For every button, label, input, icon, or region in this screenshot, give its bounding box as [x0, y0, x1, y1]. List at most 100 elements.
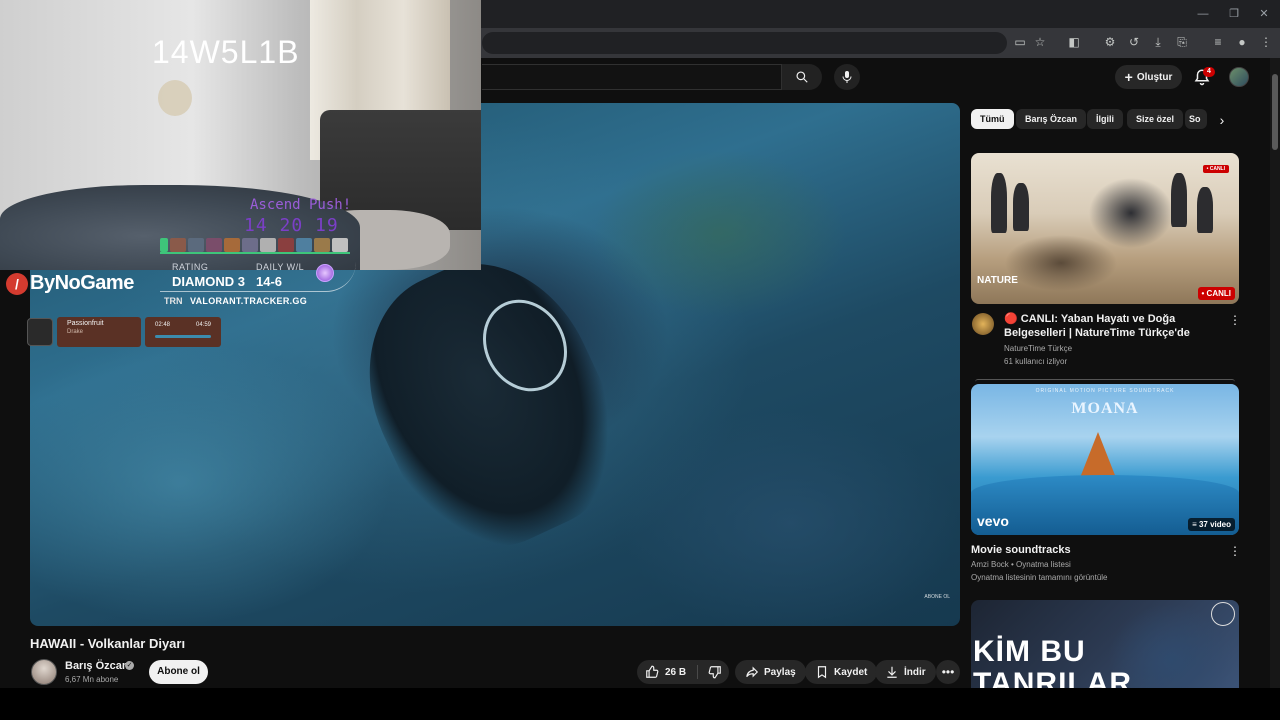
save-button[interactable]: Kaydet [805, 660, 878, 684]
save-label: Kaydet [834, 666, 868, 678]
history-icon[interactable]: ↺ [1126, 34, 1142, 50]
address-bar[interactable] [482, 32, 1007, 54]
vevo-logo: vevo [977, 513, 1009, 529]
agent-icon [260, 238, 276, 252]
vulture-figure [991, 173, 1007, 233]
queue-icon[interactable]: ≡ [1210, 34, 1226, 50]
more-vert-icon[interactable]: ⋮ [1229, 544, 1241, 558]
bynogame-logo: / ByNoGame [6, 272, 134, 295]
channel-avatar[interactable] [31, 659, 57, 685]
create-label: Oluştur [1136, 71, 1173, 83]
daily-value: 14-6 [256, 274, 283, 289]
plus-icon: + [1124, 69, 1133, 85]
agent-icon [188, 238, 204, 252]
cast-icon[interactable]: ▭ [1012, 34, 1028, 50]
download-icon[interactable]: ⤓ [1150, 34, 1166, 50]
more-vert-icon[interactable]: ⋮ [1229, 313, 1241, 327]
verified-icon: ✓ [125, 661, 134, 670]
sidebar-playlist-title[interactable]: Movie soundtracks [971, 543, 1221, 557]
rating-label: RATING [172, 262, 209, 272]
bynogame-text: ByNoGame [30, 272, 134, 294]
live-badge: • CANLI [1197, 287, 1235, 300]
search-icon [796, 71, 808, 83]
sidebar-thumbnail-playlist[interactable]: ORIGINAL MOTION PICTURE SOUNDTRACK MOANA… [971, 384, 1239, 535]
like-divider [697, 665, 698, 679]
page-scrollbar[interactable] [1270, 58, 1280, 688]
share-label: Paylaş [764, 666, 796, 678]
agent-icon [332, 238, 348, 252]
agent-icon [206, 238, 222, 252]
agent-icon [296, 238, 312, 252]
like-button[interactable]: 26 B [637, 660, 695, 684]
sidebar-playlist-channel: Amzi Bock • Oynatma listesi [971, 560, 1071, 569]
agent-strip [160, 238, 350, 254]
push-timer: 14 20 19 [244, 215, 339, 236]
share-icon [746, 666, 759, 678]
download-button[interactable]: İndir [875, 660, 936, 684]
song-title: Passionfruit [67, 320, 104, 327]
thumb-headline: KİM BU TANRILAR [973, 635, 1133, 697]
scrollbar-thumb[interactable] [1272, 74, 1278, 150]
more-actions-button[interactable]: ••• [936, 660, 960, 684]
rating-value: DIAMOND 3 [172, 274, 245, 289]
sidebar-video-title[interactable]: 🔴 CANLI: Yaban Hayatı ve Doğa Belgeselle… [1004, 312, 1226, 340]
sidebar-channel: NatureTime Türkçe [1004, 344, 1073, 353]
search-input[interactable] [482, 64, 782, 90]
album-art [27, 318, 53, 346]
push-label: Ascend Push! [250, 197, 352, 213]
chevron-right-icon[interactable]: › [1212, 110, 1232, 130]
chip-baris-ozcan[interactable]: Barış Özcan [1016, 109, 1087, 129]
channel-name[interactable]: Barış Özcan [65, 660, 129, 672]
profile-icon[interactable]: ● [1234, 34, 1250, 50]
voice-search-button[interactable] [834, 64, 860, 90]
chip-for-you[interactable]: Size özel [1127, 109, 1184, 129]
webcam-code-text: 14W5L1B [152, 34, 300, 70]
trn-logo: TRN [164, 296, 183, 306]
like-count: 26 B [665, 666, 687, 678]
subscriber-count: 6,67 Mn abone [65, 675, 119, 684]
agent-icon [242, 238, 258, 252]
notification-badge: 4 [1203, 67, 1215, 77]
maximize-icon[interactable]: ❐ [1226, 6, 1242, 22]
download-label: İndir [904, 666, 926, 678]
vulture-figure [1197, 187, 1213, 233]
rank-icon [316, 264, 334, 282]
extension-icon[interactable]: ◧ [1066, 34, 1082, 50]
menu-icon[interactable]: ⋮ [1258, 34, 1274, 50]
chip-all[interactable]: Tümü [971, 109, 1014, 129]
video-watermark: ABONE OL [924, 594, 950, 600]
puzzle-icon[interactable]: ⚙ [1102, 34, 1118, 50]
view-full-playlist-link[interactable]: Oynatma listesinin tamamını görüntüle [971, 573, 1108, 582]
subscribe-button[interactable]: Abone ol [149, 660, 208, 684]
song-time-total: 04:59 [195, 322, 211, 328]
agent-icon [224, 238, 240, 252]
tracker-url: VALORANT.TRACKER.GG [190, 296, 308, 306]
dislike-button[interactable] [701, 660, 729, 684]
chip-more[interactable]: Sο [1185, 109, 1207, 129]
search-button[interactable] [782, 64, 822, 90]
account-avatar[interactable] [1229, 67, 1249, 87]
bynogame-logo-icon: / [6, 272, 28, 295]
download-arrow-icon [887, 666, 897, 678]
bottom-bar [0, 688, 1280, 720]
minimize-icon[interactable]: — [1195, 6, 1211, 22]
channel-logo-icon [1211, 602, 1235, 626]
song-progress-bar [155, 335, 211, 338]
agent-icon [314, 238, 330, 252]
agent-icon [278, 238, 294, 252]
sidebar-thumbnail-live[interactable]: • CANLI NATURE • CANLI [971, 153, 1239, 304]
chip-related[interactable]: İlgili [1087, 109, 1123, 129]
share-button[interactable]: Paylaş [735, 660, 806, 684]
thumb-subtitle: ORIGINAL MOTION PICTURE SOUNDTRACK [1035, 388, 1175, 394]
thumbs-up-icon [646, 665, 659, 678]
sidebar-thumbnail-gods[interactable]: KİM BU TANRILAR [971, 600, 1239, 696]
star-icon[interactable]: ☆ [1032, 34, 1048, 50]
microphone-icon [842, 71, 852, 83]
thumbs-down-icon [708, 666, 721, 679]
close-icon[interactable]: ✕ [1256, 6, 1272, 22]
rank-widget: RATING DIAMOND 3 DAILY W/L 14-6 TRN VALO… [160, 262, 356, 308]
channel-avatar-naturetime[interactable] [972, 313, 994, 335]
create-button[interactable]: + Oluştur [1115, 65, 1182, 89]
nature-logo: NATURE [977, 275, 1018, 286]
translate-icon[interactable]: ⎘ [1174, 34, 1190, 50]
